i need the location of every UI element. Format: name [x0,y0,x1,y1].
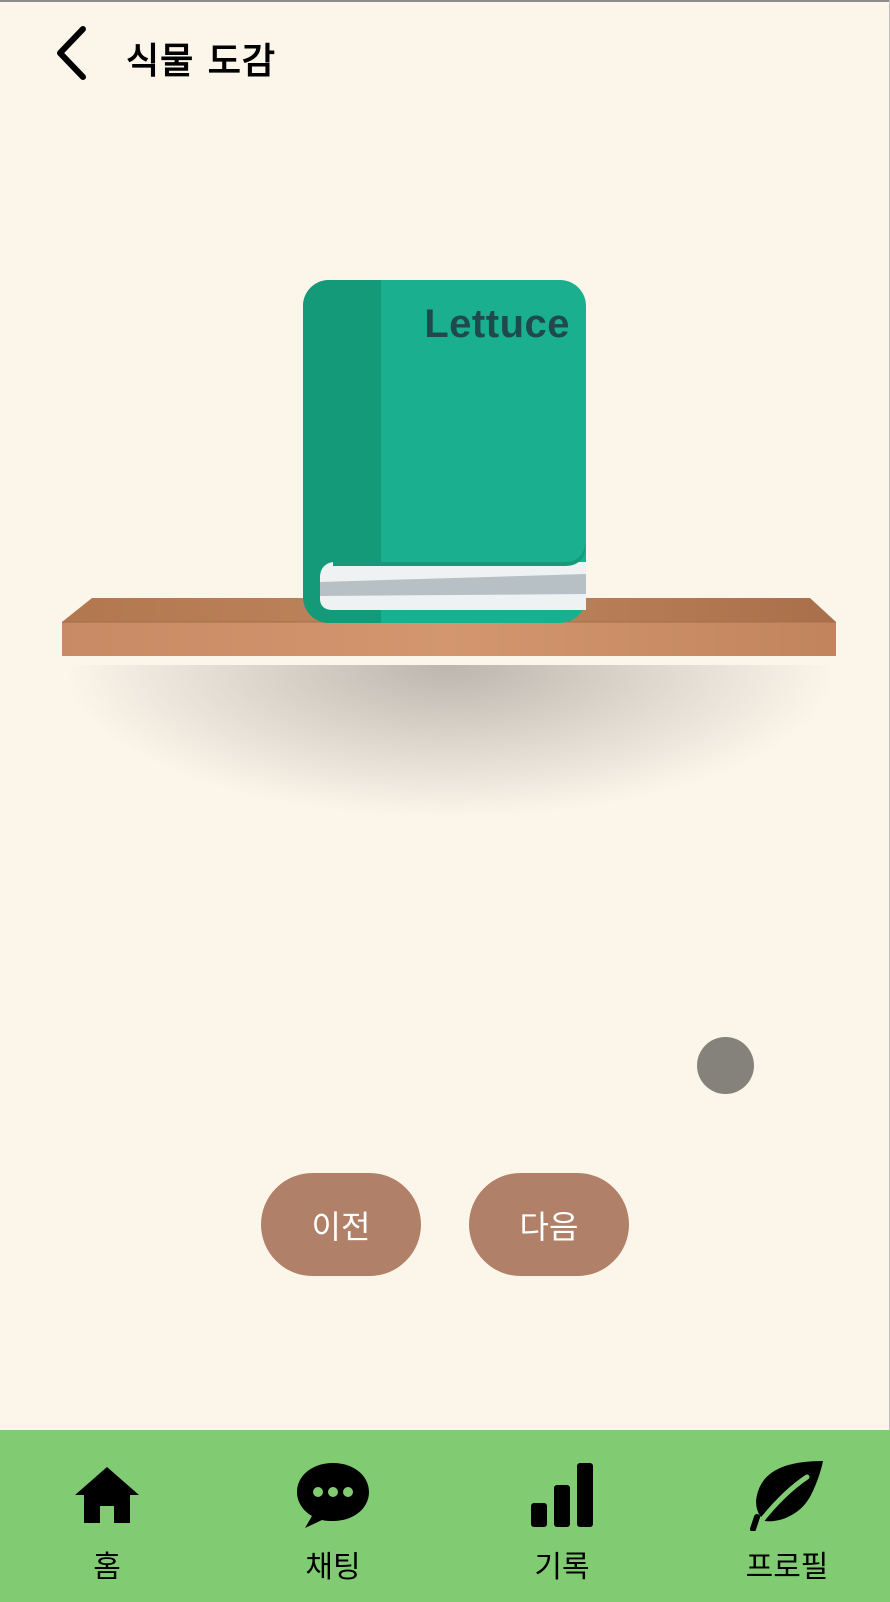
bottom-navigation: 홈 채팅 기록 프로필 [0,1430,890,1602]
scroll-indicator[interactable] [697,1037,754,1094]
nav-item-records[interactable]: 기록 [482,1430,642,1602]
nav-item-chat[interactable]: 채팅 [253,1430,413,1602]
bar-chart-icon [531,1463,593,1527]
app-header: 식물 도감 [0,0,890,110]
nav-label-home: 홈 [93,1550,121,1585]
nav-item-home[interactable]: 홈 [27,1430,187,1602]
home-icon [75,1467,139,1523]
nav-item-profile[interactable]: 프로필 [707,1430,867,1602]
back-button[interactable] [46,22,96,84]
chat-bubble-icon [297,1463,369,1528]
bookshelf: Lettuce [0,270,890,830]
next-button[interactable]: 다음 [469,1173,629,1276]
nav-label-profile: 프로필 [745,1550,829,1585]
leaf-icon [750,1461,823,1531]
nav-label-chat: 채팅 [305,1550,361,1585]
chevron-left-icon [57,26,86,80]
shelf-shadow [70,665,830,815]
page-title: 식물 도감 [126,41,277,82]
book-title: Lettuce [424,302,570,346]
nav-label-records: 기록 [534,1550,590,1585]
previous-button[interactable]: 이전 [261,1173,421,1276]
